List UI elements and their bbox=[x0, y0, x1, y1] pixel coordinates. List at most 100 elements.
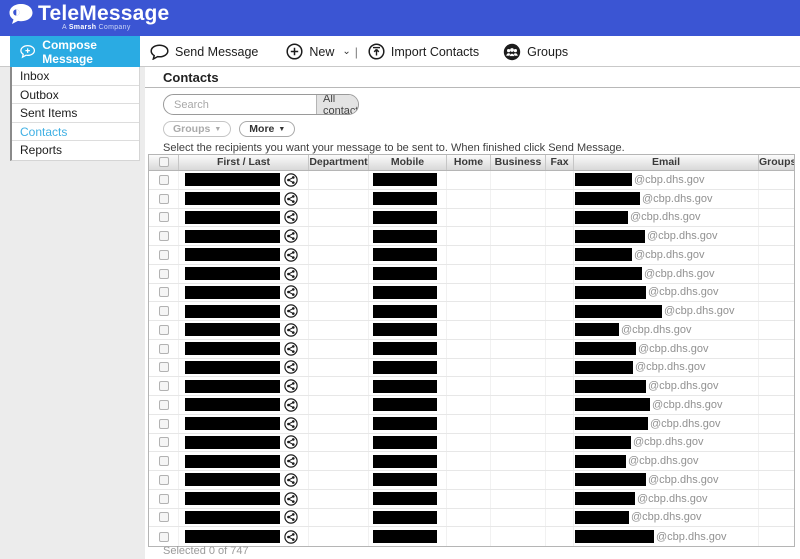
new-button[interactable]: New ⌄ bbox=[286, 43, 351, 60]
contact-share-icon[interactable] bbox=[284, 266, 298, 281]
mobile-cell bbox=[369, 208, 447, 227]
contact-share-icon[interactable] bbox=[284, 210, 298, 225]
name-redaction bbox=[185, 248, 280, 262]
contact-share-icon[interactable] bbox=[284, 454, 298, 468]
email-cell: @cbp.dhs.gov bbox=[574, 414, 759, 433]
contact-share-icon[interactable] bbox=[284, 341, 298, 356]
contact-share-icon[interactable] bbox=[284, 398, 298, 412]
contact-share-icon[interactable] bbox=[284, 510, 298, 525]
email-cell: @cbp.dhs.gov bbox=[574, 396, 759, 414]
email-cell: @cbp.dhs.gov bbox=[574, 452, 759, 470]
toolbar-separator: | bbox=[354, 44, 358, 59]
email-domain: @cbp.dhs.gov bbox=[630, 211, 701, 224]
department-cell bbox=[309, 264, 369, 283]
mobile-cell bbox=[369, 396, 447, 414]
row-checkbox[interactable] bbox=[158, 437, 169, 448]
header-business: Business bbox=[491, 155, 546, 170]
row-checkbox[interactable] bbox=[158, 531, 169, 542]
contact-share-icon[interactable] bbox=[284, 229, 298, 243]
mobile-redaction bbox=[373, 229, 437, 243]
mobile-redaction bbox=[373, 379, 437, 393]
row-checkbox[interactable] bbox=[158, 249, 169, 260]
row-checkbox[interactable] bbox=[158, 512, 169, 523]
email-domain: @cbp.dhs.gov bbox=[637, 492, 708, 505]
first-last-cell bbox=[179, 527, 309, 546]
send-message-button[interactable]: Send Message bbox=[150, 43, 258, 60]
contacts-filter-dropdown[interactable]: All contacts ⌄ bbox=[316, 95, 358, 114]
header-mobile: Mobile bbox=[369, 155, 447, 170]
contact-share-icon[interactable] bbox=[284, 491, 298, 506]
contact-share-icon[interactable] bbox=[284, 323, 298, 337]
row-checkbox-cell bbox=[149, 302, 179, 320]
row-checkbox[interactable] bbox=[158, 193, 169, 204]
row-checkbox[interactable] bbox=[158, 381, 169, 392]
department-cell bbox=[309, 339, 369, 358]
contact-share-icon[interactable] bbox=[284, 191, 298, 206]
sidebar-item-contacts[interactable]: Contacts bbox=[12, 123, 139, 142]
email-domain: @cbp.dhs.gov bbox=[634, 248, 705, 261]
mobile-cell bbox=[369, 377, 447, 395]
groups-button[interactable]: Groups bbox=[503, 43, 568, 61]
new-chevron-down-icon[interactable]: ⌄ bbox=[342, 46, 350, 57]
mobile-cell bbox=[369, 489, 447, 508]
groups-filter-button[interactable]: Groups ▼ bbox=[163, 121, 232, 137]
row-checkbox-cell bbox=[149, 208, 179, 227]
table-row: @cbp.dhs.gov bbox=[149, 208, 794, 228]
row-checkbox-cell bbox=[149, 508, 179, 527]
first-last-cell bbox=[179, 302, 309, 320]
row-checkbox[interactable] bbox=[158, 456, 169, 467]
row-checkbox[interactable] bbox=[158, 493, 169, 504]
row-checkbox[interactable] bbox=[158, 324, 169, 335]
row-checkbox[interactable] bbox=[158, 306, 169, 317]
row-checkbox[interactable] bbox=[158, 362, 169, 373]
row-checkbox[interactable] bbox=[158, 399, 169, 410]
email-domain: @cbp.dhs.gov bbox=[652, 398, 723, 411]
mobile-cell bbox=[369, 508, 447, 527]
sidebar-item-inbox[interactable]: Inbox bbox=[12, 67, 139, 86]
row-checkbox[interactable] bbox=[158, 174, 169, 185]
contact-share-icon[interactable] bbox=[284, 416, 298, 431]
more-button[interactable]: More ▼ bbox=[239, 121, 296, 137]
compose-message-button[interactable]: Compose Message bbox=[10, 36, 140, 67]
sidebar-item-sent-items[interactable]: Sent Items bbox=[12, 104, 139, 123]
select-all-checkbox[interactable] bbox=[158, 157, 169, 167]
name-redaction bbox=[185, 360, 280, 374]
row-checkbox[interactable] bbox=[158, 268, 169, 279]
fax-cell bbox=[546, 321, 574, 339]
logo-subtitle: A Smarsh Company bbox=[62, 24, 131, 31]
sidebar-item-outbox[interactable]: Outbox bbox=[12, 86, 139, 105]
contact-share-icon[interactable] bbox=[284, 173, 298, 187]
import-contacts-button[interactable]: Import Contacts bbox=[368, 43, 479, 60]
row-checkbox[interactable] bbox=[158, 231, 169, 242]
business-cell bbox=[491, 489, 546, 508]
fax-cell bbox=[546, 508, 574, 527]
contact-share-icon[interactable] bbox=[284, 360, 298, 375]
row-checkbox[interactable] bbox=[158, 418, 169, 429]
header-select-all bbox=[149, 155, 179, 170]
name-redaction bbox=[185, 210, 280, 224]
contact-share-icon[interactable] bbox=[284, 473, 298, 487]
contact-share-icon[interactable] bbox=[284, 304, 298, 318]
department-cell bbox=[309, 508, 369, 527]
email-domain: @cbp.dhs.gov bbox=[648, 473, 719, 486]
search-input[interactable] bbox=[164, 98, 316, 111]
contact-share-icon[interactable] bbox=[284, 529, 298, 544]
row-checkbox[interactable] bbox=[158, 212, 169, 223]
home-cell bbox=[447, 452, 491, 470]
business-cell bbox=[491, 339, 546, 358]
row-checkbox[interactable] bbox=[158, 287, 169, 298]
row-checkbox[interactable] bbox=[158, 343, 169, 354]
contact-share-icon[interactable] bbox=[284, 248, 298, 262]
email-redaction bbox=[575, 492, 635, 506]
contact-share-icon[interactable] bbox=[284, 379, 298, 393]
contact-share-icon[interactable] bbox=[284, 435, 298, 450]
contact-share-icon[interactable] bbox=[284, 285, 298, 300]
groups-cell bbox=[759, 209, 794, 227]
row-checkbox[interactable] bbox=[158, 474, 169, 485]
email-cell: @cbp.dhs.gov bbox=[574, 227, 759, 245]
mobile-redaction bbox=[373, 267, 437, 281]
email-domain: @cbp.dhs.gov bbox=[628, 455, 699, 468]
mobile-cell bbox=[369, 358, 447, 377]
mobile-cell bbox=[369, 189, 447, 208]
sidebar-item-reports[interactable]: Reports bbox=[12, 141, 139, 160]
